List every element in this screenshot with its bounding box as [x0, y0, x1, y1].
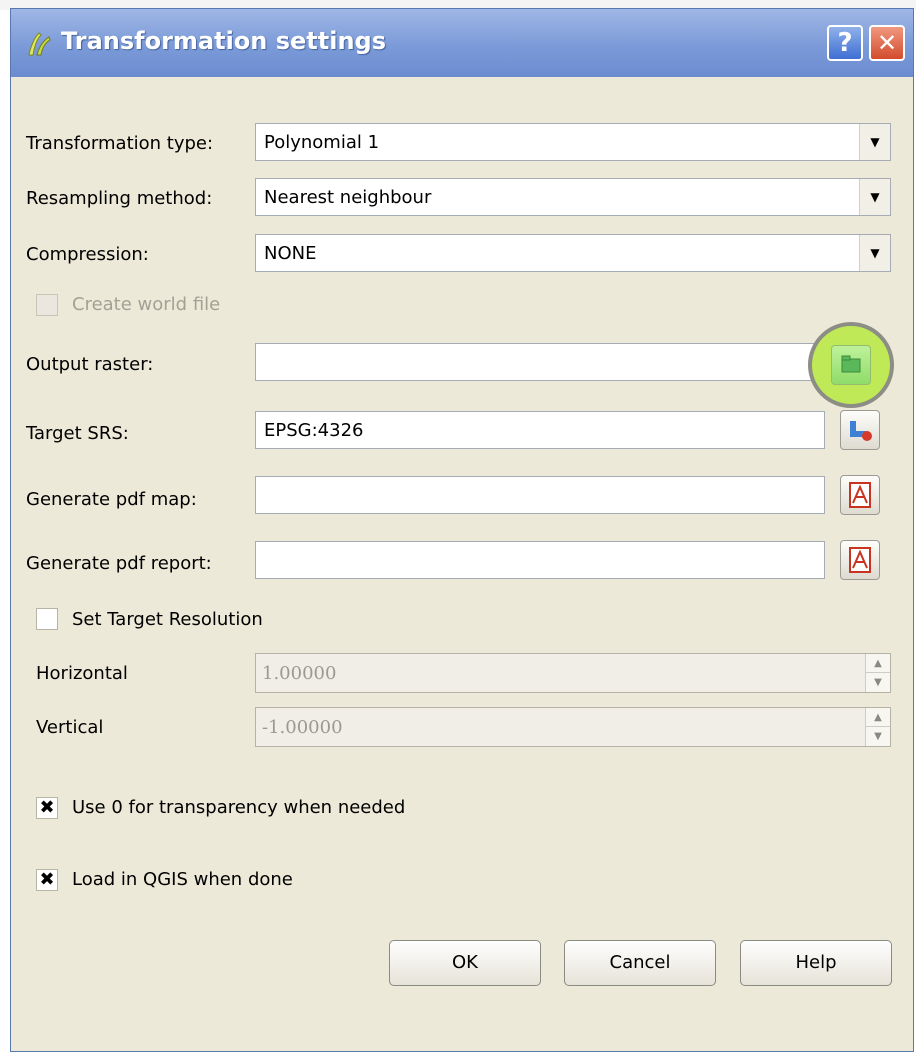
- transformation-type-label: Transformation type:: [26, 133, 214, 154]
- pdf-icon: [849, 547, 871, 573]
- load-in-qgis-checkbox[interactable]: ✖: [36, 869, 58, 891]
- cancel-button[interactable]: Cancel: [564, 940, 716, 986]
- title-bar[interactable]: Transformation settings ? ✕: [11, 9, 913, 77]
- compression-label: Compression:: [26, 244, 149, 265]
- target-srs-select-button[interactable]: [840, 410, 880, 450]
- spin-down-icon[interactable]: ▼: [866, 727, 890, 746]
- title-close-button[interactable]: ✕: [869, 25, 905, 61]
- use-zero-transparency-label: Use 0 for transparency when needed: [72, 797, 406, 818]
- resampling-method-select[interactable]: Nearest neighbour ▼: [255, 178, 891, 216]
- transformation-type-select[interactable]: Polynomial 1 ▼: [255, 123, 891, 161]
- generate-pdf-map-label: Generate pdf map:: [26, 489, 197, 510]
- generate-pdf-map-input[interactable]: [255, 476, 825, 514]
- load-in-qgis-label: Load in QGIS when done: [72, 869, 293, 890]
- generate-pdf-map-button[interactable]: [840, 475, 880, 515]
- create-world-file-label: Create world file: [72, 294, 221, 315]
- set-target-resolution-checkbox[interactable]: [36, 608, 58, 630]
- set-target-resolution-label: Set Target Resolution: [72, 609, 263, 630]
- projection-selector-icon: [850, 421, 872, 441]
- qgis-icon: [28, 32, 51, 56]
- resampling-method-label: Resampling method:: [26, 188, 213, 209]
- spin-down-icon[interactable]: ▼: [866, 673, 890, 692]
- folder-open-icon[interactable]: [831, 345, 871, 385]
- ok-button[interactable]: OK: [389, 940, 541, 986]
- target-srs-label: Target SRS:: [26, 423, 129, 444]
- spin-up-icon[interactable]: ▲: [866, 708, 890, 727]
- resampling-method-value: Nearest neighbour: [264, 187, 432, 208]
- horizontal-spin-arrows[interactable]: ▲ ▼: [865, 654, 890, 692]
- vertical-spin-arrows[interactable]: ▲ ▼: [865, 708, 890, 746]
- pdf-icon: [849, 482, 871, 508]
- chevron-down-icon[interactable]: ▼: [859, 179, 890, 215]
- output-raster-browse-highlight[interactable]: [808, 322, 894, 408]
- chevron-down-icon[interactable]: ▼: [859, 124, 890, 160]
- vertical-spinbox[interactable]: -1.00000 ▲ ▼: [255, 707, 891, 747]
- target-srs-input[interactable]: EPSG:4326: [255, 411, 825, 449]
- generate-pdf-report-input[interactable]: [255, 541, 825, 579]
- compression-value: NONE: [264, 243, 317, 264]
- dialog-title: Transformation settings: [61, 27, 387, 55]
- spin-up-icon[interactable]: ▲: [866, 654, 890, 673]
- horizontal-spinbox[interactable]: 1.00000 ▲ ▼: [255, 653, 891, 693]
- chevron-down-icon[interactable]: ▼: [859, 235, 890, 271]
- compression-select[interactable]: NONE ▼: [255, 234, 891, 272]
- output-raster-input[interactable]: [255, 343, 825, 381]
- output-raster-label: Output raster:: [26, 354, 154, 375]
- vertical-label: Vertical: [36, 717, 104, 738]
- target-srs-value: EPSG:4326: [264, 420, 364, 441]
- transformation-type-value: Polynomial 1: [264, 132, 380, 153]
- generate-pdf-report-label: Generate pdf report:: [26, 553, 212, 574]
- horizontal-label: Horizontal: [36, 663, 128, 684]
- transformation-settings-dialog: Transformation settings ? ✕: [10, 8, 914, 1052]
- create-world-file-checkbox[interactable]: [36, 294, 58, 316]
- generate-pdf-report-button[interactable]: [840, 540, 880, 580]
- use-zero-transparency-checkbox[interactable]: ✖: [36, 797, 58, 819]
- vertical-value: -1.00000: [262, 717, 343, 738]
- horizontal-value: 1.00000: [262, 663, 337, 684]
- title-help-button[interactable]: ?: [827, 25, 863, 61]
- help-button[interactable]: Help: [740, 940, 892, 986]
